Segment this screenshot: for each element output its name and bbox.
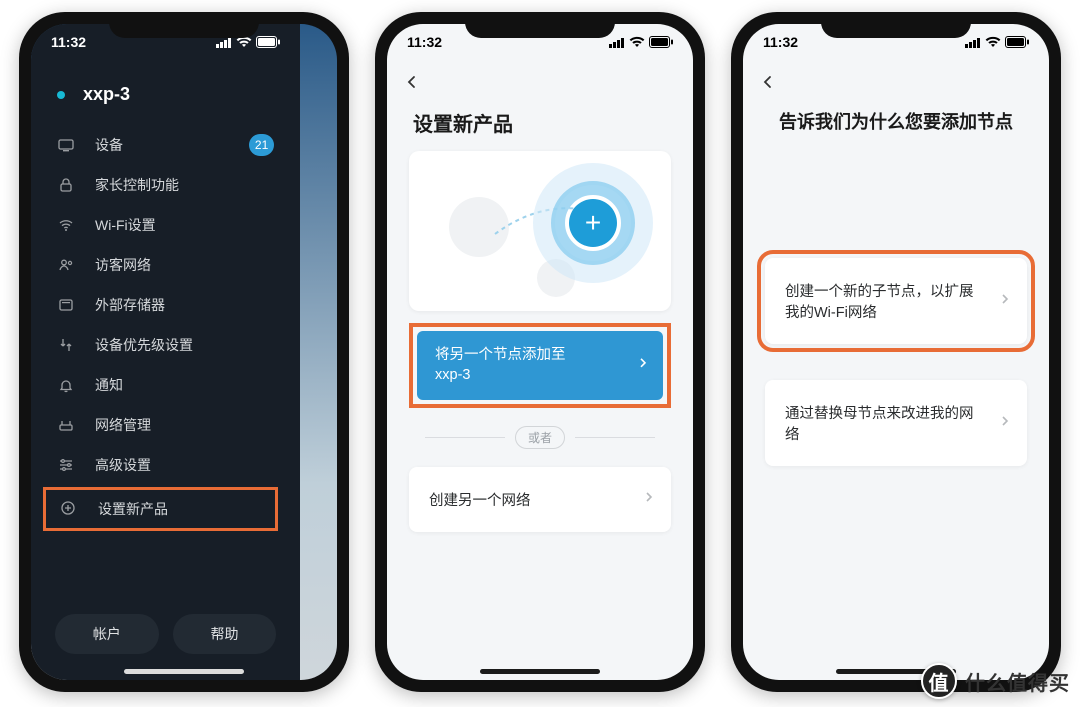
wifi-icon — [57, 216, 75, 234]
button-label: 帐户 — [93, 624, 121, 644]
sidebar-item-wifi[interactable]: Wi-Fi设置 — [31, 205, 300, 245]
signal-ring-icon: + — [533, 163, 653, 283]
chevron-right-icon — [999, 415, 1011, 431]
phone-frame-2: 11:32 设置新产品 + — [375, 12, 705, 692]
sidebar-item-devices[interactable]: 设备 21 — [31, 125, 300, 165]
sidebar-item-netmgmt[interactable]: 网络管理 — [31, 405, 300, 445]
network-name: xxp-3 — [83, 84, 130, 105]
status-icons — [609, 36, 673, 48]
sliders-icon — [57, 456, 75, 474]
phone-notch — [109, 12, 259, 38]
guest-icon — [57, 256, 75, 274]
status-dot-icon — [57, 91, 65, 99]
sidebar-item-label: 访客网络 — [95, 255, 151, 275]
plus-circle-icon — [60, 500, 78, 519]
screen-sidebar: 11:32 xxp-3 设备 21 — [31, 24, 337, 680]
sidebar-item-label: 高级设置 — [95, 455, 151, 475]
page-title: 设置新产品 — [387, 104, 693, 151]
plus-icon: + — [569, 199, 617, 247]
sidebar-item-guest[interactable]: 访客网络 — [31, 245, 300, 285]
add-node-button[interactable]: 将另一个节点添加至 xxp-3 — [417, 331, 663, 400]
storage-icon — [57, 296, 75, 314]
account-button[interactable]: 帐户 — [55, 614, 159, 654]
side-panel: 11:32 xxp-3 设备 21 — [31, 24, 300, 680]
wifi-icon — [985, 36, 1001, 48]
page-title: 告诉我们为什么您要添加节点 — [743, 104, 1049, 148]
hero-illustration: + — [409, 151, 671, 311]
sidebar-item-label: Wi-Fi设置 — [95, 215, 156, 235]
battery-icon — [1005, 36, 1029, 48]
option-extend-network[interactable]: 创建一个新的子节点，以扩展我的Wi-Fi网络 — [765, 258, 1027, 344]
add-node-line1: 将另一个节点添加至 — [435, 345, 613, 365]
sidebar-item-storage[interactable]: 外部存储器 — [31, 285, 300, 325]
priority-icon — [57, 336, 75, 354]
spacer — [743, 362, 1049, 380]
status-icons — [965, 36, 1029, 48]
screen-setup-new: 11:32 设置新产品 + — [387, 24, 693, 680]
option-replace-parent[interactable]: 通过替换母节点来改进我的网络 — [765, 380, 1027, 466]
sidebar-item-advanced[interactable]: 高级设置 — [31, 445, 300, 485]
battery-icon — [649, 36, 673, 48]
network-header[interactable]: xxp-3 — [31, 60, 300, 121]
top-nav — [743, 60, 1049, 104]
button-label: 帮助 — [210, 624, 238, 644]
card-label: 创建另一个网络 — [429, 493, 531, 509]
highlighted-option: 将另一个节点添加至 xxp-3 — [409, 323, 671, 408]
phone-notch — [821, 12, 971, 38]
signal-icon — [609, 37, 625, 48]
create-network-button[interactable]: 创建另一个网络 — [409, 467, 671, 532]
separator-or: 或者 — [415, 426, 665, 449]
screen-add-reason: 11:32 告诉我们为什么您要添加节点 创建一个新的子节点，以扩展我的Wi-Fi… — [743, 24, 1049, 680]
sidebar-item-label: 网络管理 — [95, 415, 151, 435]
sidebar-item-label: 通知 — [95, 375, 123, 395]
sidebar-item-label: 外部存储器 — [95, 295, 165, 315]
sidebar-menu: 设备 21 家长控制功能 Wi-Fi设置 访客网络 — [31, 121, 300, 596]
back-button[interactable] — [399, 69, 425, 95]
lock-icon — [57, 176, 75, 194]
phone-notch — [465, 12, 615, 38]
status-time: 11:32 — [763, 34, 798, 50]
sidebar-item-parental[interactable]: 家长控制功能 — [31, 165, 300, 205]
chevron-right-icon — [999, 293, 1011, 309]
chevron-left-icon — [761, 75, 775, 89]
add-node-line2: xxp-3 — [435, 365, 613, 385]
help-button[interactable]: 帮助 — [173, 614, 277, 654]
home-indicator — [480, 669, 600, 674]
or-label: 或者 — [515, 426, 565, 449]
sidebar-item-label: 设备 — [95, 135, 123, 155]
sidebar-item-notify[interactable]: 通知 — [31, 365, 300, 405]
top-nav — [387, 60, 693, 104]
sidebar-item-label: 家长控制功能 — [95, 175, 179, 195]
chevron-right-icon — [643, 491, 655, 507]
router-icon — [57, 416, 75, 434]
sidebar-item-label: 设置新产品 — [98, 499, 168, 519]
chevron-left-icon — [405, 75, 419, 89]
chevron-right-icon — [637, 355, 649, 375]
bottom-buttons: 帐户 帮助 — [31, 596, 300, 680]
devices-badge: 21 — [249, 134, 274, 156]
status-time: 11:32 — [407, 34, 442, 50]
phone-frame-1: 11:32 xxp-3 设备 21 — [19, 12, 349, 692]
watermark-badge-icon: 值 — [921, 663, 957, 699]
devices-icon — [57, 136, 75, 154]
watermark-text: 什么值得买 — [965, 667, 1070, 696]
card-label: 创建一个新的子节点，以扩展我的Wi-Fi网络 — [785, 284, 974, 321]
battery-icon — [256, 36, 280, 48]
signal-icon — [216, 37, 232, 48]
back-button[interactable] — [755, 69, 781, 95]
home-indicator — [124, 669, 244, 674]
watermark: 值 什么值得买 — [921, 663, 1070, 699]
phone-frame-3: 11:32 告诉我们为什么您要添加节点 创建一个新的子节点，以扩展我的Wi-Fi… — [731, 12, 1061, 692]
bell-icon — [57, 376, 75, 394]
sidebar-item-priority[interactable]: 设备优先级设置 — [31, 325, 300, 365]
status-time: 11:32 — [51, 34, 86, 50]
wifi-icon — [629, 36, 645, 48]
spacer — [743, 148, 1049, 258]
sidebar-item-setup-new[interactable]: 设置新产品 — [43, 487, 278, 531]
signal-icon — [965, 37, 981, 48]
card-label: 通过替换母节点来改进我的网络 — [785, 406, 974, 443]
sidebar-item-label: 设备优先级设置 — [95, 335, 193, 355]
